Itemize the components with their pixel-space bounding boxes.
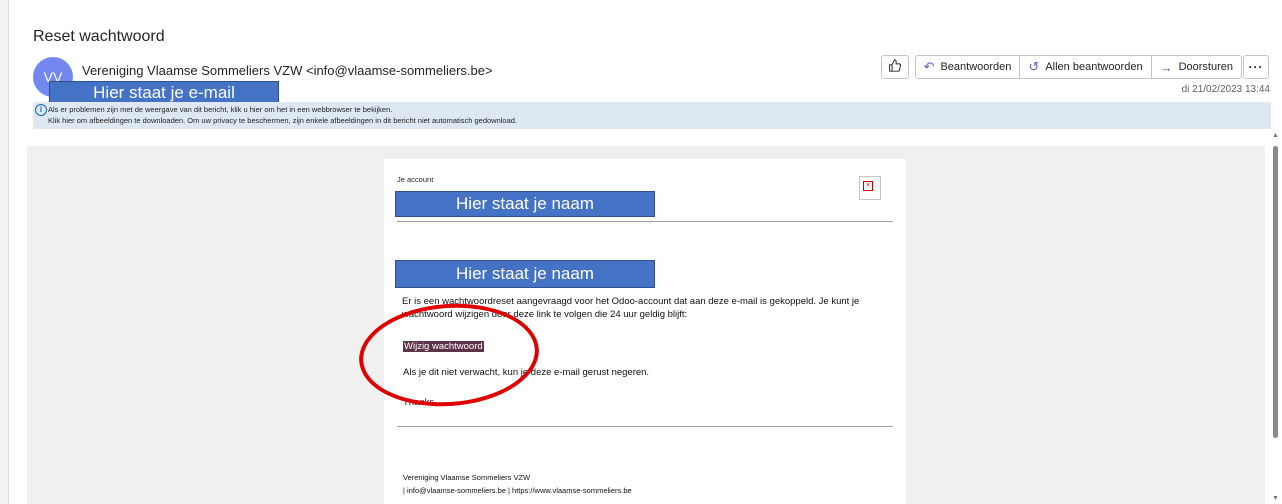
view-in-browser-link[interactable]: Als er problemen zijn met de weergave va…: [48, 105, 392, 115]
more-options-button[interactable]: ···: [1243, 55, 1269, 79]
forward-label: Doorsturen: [1178, 61, 1233, 73]
forward-icon: →: [1159, 59, 1173, 75]
footer-organization: Vereniging Vlaamse Sommeliers VZW: [403, 473, 531, 482]
divider: [397, 221, 893, 222]
like-button[interactable]: [880, 55, 909, 79]
broken-image-icon: ×: [859, 176, 881, 200]
reply-all-icon: ↺: [1028, 59, 1040, 74]
reply-icon: ↶: [923, 59, 935, 74]
redacted-name-box-2: Hier staat je naam: [395, 260, 655, 288]
divider-2: [397, 426, 893, 427]
thumbs-up-icon: [888, 59, 902, 75]
scrollbar[interactable]: ▲ ▼: [1271, 132, 1279, 504]
account-label: Je account: [397, 175, 434, 184]
info-icon: i: [35, 104, 47, 116]
forward-button[interactable]: → Doorsturen: [1151, 56, 1241, 78]
reply-label: Beantwoorden: [940, 61, 1012, 73]
reply-button[interactable]: ↶ Beantwoorden: [915, 56, 1021, 78]
message-toolbar: ↶ Beantwoorden ↺ Allen beantwoorden → Do…: [880, 55, 1242, 79]
scroll-thumb[interactable]: [1273, 146, 1278, 438]
scroll-down-arrow-icon[interactable]: ▼: [1272, 495, 1279, 502]
download-images-link[interactable]: Klik hier om afbeeldingen te downloaden.…: [48, 116, 517, 126]
scroll-up-arrow-icon[interactable]: ▲: [1272, 132, 1279, 139]
redacted-name-box: Hier staat je naam: [395, 191, 655, 217]
reply-all-button[interactable]: ↺ Allen beantwoorden: [1020, 56, 1152, 78]
reply-button-group: ↶ Beantwoorden ↺ Allen beantwoorden → Do…: [914, 55, 1242, 79]
sender-name[interactable]: Vereniging Vlaamse Sommeliers VZW <info@…: [82, 63, 493, 78]
email-date: di 21/02/2023 13:44: [1181, 84, 1270, 95]
footer-contact: | info@vlaamse-sommeliers.be | https://w…: [403, 486, 632, 495]
info-bar: i Als er problemen zijn met de weergave …: [33, 102, 1271, 129]
left-rail: [0, 0, 9, 504]
email-subject: Reset wachtwoord: [33, 28, 165, 45]
reply-all-label: Allen beantwoorden: [1045, 61, 1143, 73]
